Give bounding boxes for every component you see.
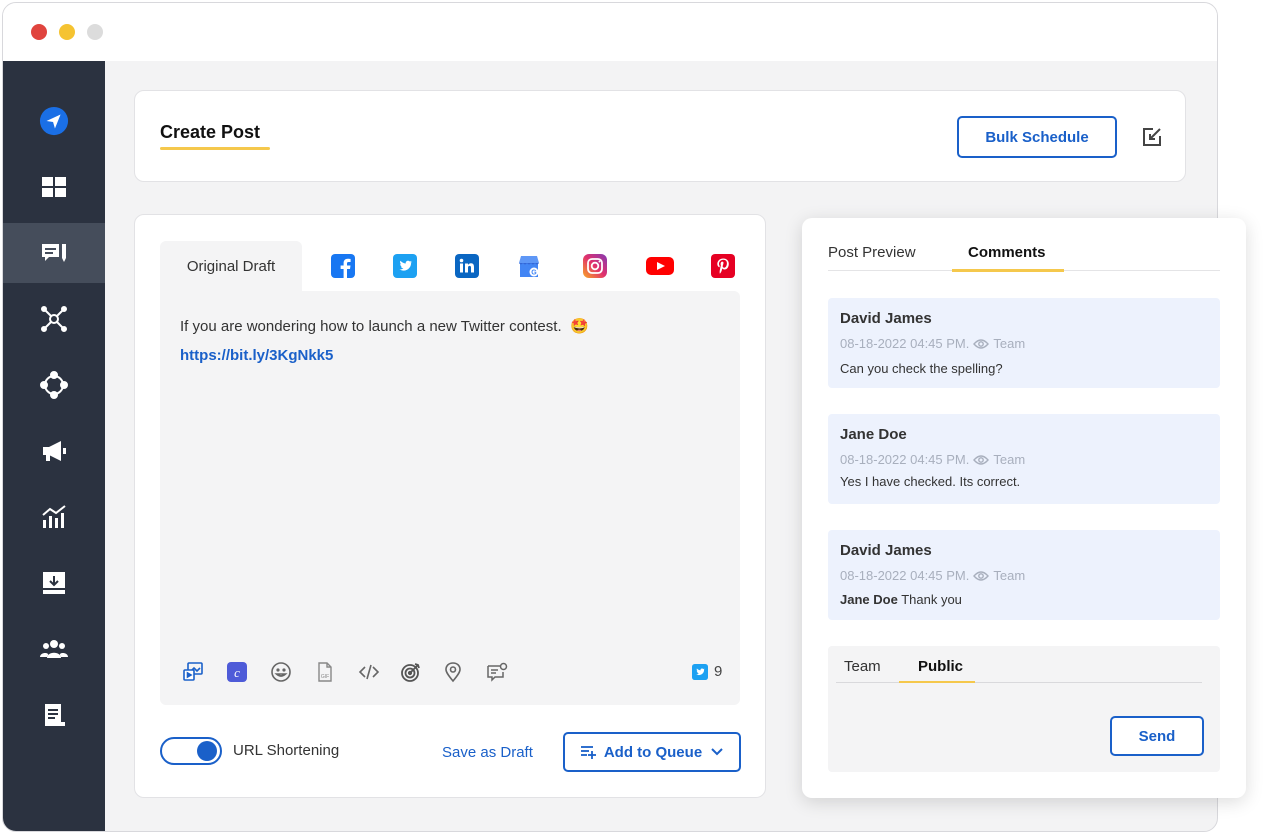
chevron-down-icon [711,748,723,756]
twitter-icon[interactable] [393,254,417,278]
comment-author: Jane Doe [840,426,907,443]
tab-comments[interactable]: Comments [968,244,1046,261]
create-post-header: Create Post Bulk Schedule [134,90,1186,182]
queue-icon [580,746,596,759]
linkedin-icon[interactable] [455,254,479,278]
character-count: 9 [692,663,722,680]
comment-item: David James 08-18-2022 04:45 PM. Team Ca… [828,298,1220,388]
sidebar [3,61,105,831]
comment-mention: Jane Doe [840,592,898,607]
sidebar-item-dashboard[interactable] [3,157,105,217]
code-icon[interactable] [358,661,380,683]
reply-tabs-divider [836,682,1202,683]
comment-visibility: Team [993,568,1026,583]
character-count-value: 9 [714,663,723,680]
comment-date: 08-18-2022 04:45 PM. [840,336,970,351]
canva-icon[interactable]: c [226,661,248,683]
team-icon [40,640,68,658]
comment-text: Can you check the spelling? [840,361,1003,376]
comment-text: Jane Doe Thank you [840,592,962,607]
comment-item: David James 08-18-2022 04:45 PM. Team Ja… [828,530,1220,620]
eye-icon [973,570,990,581]
emoji-icon[interactable] [270,661,292,683]
sidebar-logo[interactable] [3,91,105,151]
pinterest-icon[interactable] [711,254,735,278]
post-editor: Original Draft G If you are wondering ho… [134,214,766,798]
google-business-icon[interactable]: G [517,254,541,278]
page-title-underline [160,147,270,150]
reply-active-tab-indicator [899,681,975,683]
reply-box[interactable]: Team Public Send [828,646,1220,772]
megaphone-icon [43,441,66,461]
page-title: Create Post [160,122,261,142]
active-tab-indicator [952,269,1064,272]
comment-date: 08-18-2022 04:45 PM. [840,568,970,583]
analytics-icon [42,505,66,528]
paper-plane-logo-icon [39,106,69,136]
media-icon[interactable] [182,661,204,683]
instagram-icon[interactable] [583,254,607,278]
dashboard-icon [42,177,66,197]
document-icon [45,704,65,726]
send-button[interactable]: Send [1110,716,1204,756]
comment-meta: 08-18-2022 04:45 PM. Team [840,568,1025,583]
url-shortening-label: URL Shortening [233,742,340,759]
toggle-knob [197,741,217,761]
edit-external-icon[interactable] [1141,126,1163,148]
url-shortening-toggle[interactable] [160,737,222,765]
sidebar-item-documents[interactable] [3,685,105,745]
youtube-icon[interactable] [645,254,675,278]
comment-item: Jane Doe 08-18-2022 04:45 PM. Team Yes I… [828,414,1220,504]
sidebar-item-network[interactable] [3,289,105,349]
facebook-icon[interactable] [331,254,355,278]
target-icon[interactable] [400,661,422,683]
post-text: If you are wondering how to launch a new… [180,318,589,335]
star-struck-emoji: 🤩 [569,318,589,335]
reply-tab-public[interactable]: Public [918,658,963,675]
svg-text:GIF: GIF [321,674,329,680]
network-icon [41,306,67,332]
tab-post-preview[interactable]: Post Preview [828,244,916,261]
twitter-icon [692,663,708,680]
location-icon[interactable] [442,661,464,683]
tab-original-draft[interactable]: Original Draft [160,241,302,291]
comment-meta: 08-18-2022 04:45 PM. Team [840,336,1025,351]
comment-tool-icon[interactable] [486,661,508,683]
maximize-window-button[interactable] [87,24,103,40]
minimize-window-button[interactable] [59,24,75,40]
sidebar-item-posts[interactable] [3,223,105,283]
add-to-queue-button[interactable]: Add to Queue [563,732,741,772]
comment-author: David James [840,310,932,327]
close-window-button[interactable] [31,24,47,40]
sidebar-item-hub[interactable] [3,355,105,415]
title-bar [3,3,1217,61]
sidebar-item-team[interactable] [3,619,105,679]
gif-icon[interactable]: GIF [314,661,336,683]
comment-date: 08-18-2022 04:45 PM. [840,452,970,467]
save-as-draft-button[interactable]: Save as Draft [442,744,533,761]
comment-meta: 08-18-2022 04:45 PM. Team [840,452,1025,467]
hub-icon [40,371,68,399]
post-link[interactable]: https://bit.ly/3KgNkk5 [180,347,333,364]
comment-text: Yes I have checked. Its correct. [840,474,1021,489]
svg-text:c: c [234,665,240,680]
eye-icon [973,454,990,465]
sidebar-item-campaigns[interactable] [3,421,105,481]
comment-visibility: Team [993,452,1026,467]
comments-panel: Post Preview Comments David James 08-18-… [802,218,1246,798]
svg-text:G: G [531,270,537,277]
sidebar-item-inbox[interactable] [3,553,105,613]
sidebar-item-analytics[interactable] [3,487,105,547]
posts-icon [42,244,66,262]
add-to-queue-label: Add to Queue [603,743,703,761]
inbox-download-icon [43,572,65,594]
post-text-editor[interactable]: If you are wondering how to launch a new… [160,291,740,705]
comment-author: David James [840,542,932,559]
bulk-schedule-button[interactable]: Bulk Schedule [957,116,1117,158]
comment-visibility: Team [993,336,1026,351]
reply-tab-team[interactable]: Team [844,658,881,675]
eye-icon [973,338,990,349]
